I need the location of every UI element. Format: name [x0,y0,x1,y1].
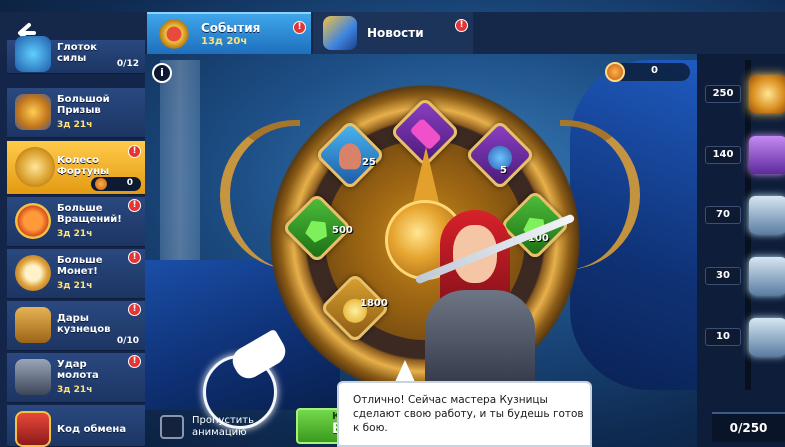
sidebar-item-timer: 3д 21ч [57,385,93,395]
crest-icon [157,17,191,51]
alert-badge: ! [128,355,141,368]
scroll-icon [409,117,442,151]
sidebar-item-smith-gifts[interactable]: Дары кузнецов 0/10 ! [7,301,145,351]
sidebar-item-label: Большой Призыв [57,94,110,116]
reward-tier[interactable]: 140 [705,136,785,176]
wheel-slot-label: 1800 [360,298,388,309]
sidebar-item-more-spins[interactable]: Больше Вращений! 3д 21ч ! [7,197,145,247]
tab-events-label: События [201,21,261,35]
tab-events[interactable]: События 13д 20ч ! [147,12,311,54]
tab-news[interactable]: Новости ! [313,12,473,54]
clock-coin-icon [15,255,51,291]
sidebar-item-label: Код обмена [57,424,127,435]
spin-coin-icon [605,62,625,82]
sidebar-item-label: Удар молота [57,359,99,381]
sidebar-item-label: Больше Вращений! [57,203,122,225]
sidebar-item-count: 0/12 [116,59,139,69]
alert-badge: ! [128,199,141,212]
wheel-spins-value: 0 [126,178,133,188]
sidebar-item-big-summon[interactable]: Большой Призыв 3д 21ч [7,88,145,138]
sidebar-item-timer: 3д 21ч [57,120,93,130]
fortune-wheel-icon [15,147,55,187]
speech-bubble-tail [395,360,415,382]
tutorial-speech-bubble[interactable]: Отлично! Сейчас мастера Кузницы сделают … [337,381,592,447]
reward-tier[interactable]: 30 [705,257,785,297]
sidebar-item-label: Колесо Фортуны [57,155,110,177]
wheel-slot-label: 5 [500,165,507,176]
summon-icon [15,94,51,130]
sidebar-item-more-coins[interactable]: Больше Монет! 3д 21ч ! [7,249,145,299]
reward-tier-value: 10 [705,328,741,346]
silver-chest-icon [749,318,785,356]
sidebar-item-label: Дары кузнецов [57,313,111,335]
sidebar-item-redeem-code[interactable]: Код обмена [7,405,145,447]
alert-badge: ! [128,251,141,264]
reward-tier-value: 250 [705,85,741,103]
gift-icon [15,411,51,447]
reward-tier-value: 30 [705,267,741,285]
reward-tier[interactable]: 250 [705,75,785,115]
alert-badge: ! [128,145,141,158]
info-button[interactable]: i [152,63,172,83]
tab-news-label: Новости [367,26,424,40]
skip-animation-label: Пропустить анимацию [192,415,254,438]
hero-character [395,200,595,400]
silver-chest-icon [749,196,785,234]
megaphone-icon [323,16,357,50]
skip-animation-checkbox[interactable] [160,415,184,439]
spin-currency-value: 0 [651,65,658,76]
epic-chest-icon [749,136,785,174]
emerald-icon [302,215,333,246]
tab-events-timer: 13д 20ч [201,36,248,47]
event-sidebar: Глоток силы 0/12 Большой Призыв 3д 21ч К… [0,36,145,447]
rewards-progress: 0/250 [712,412,785,442]
sidebar-item-timer: 3д 21ч [57,229,93,239]
alert-badge: ! [455,19,468,32]
anvil-icon [15,359,51,395]
potion-icon [15,36,51,72]
skip-animation-toggle[interactable]: Пропустить анимацию [160,412,262,442]
reward-tier-value: 70 [705,206,741,224]
spin-coin-icon [95,178,107,190]
tutorial-message: Отлично! Сейчас мастера Кузницы сделают … [353,394,584,434]
spin-currency-counter: 0 [605,62,690,82]
wheel-slot-label: 25 [362,157,376,168]
alert-badge: ! [128,303,141,316]
sidebar-item-fortune-wheel[interactable]: Колесо Фортуны ! 0 [7,141,145,195]
wheel-pointer [412,147,440,207]
figure-icon [339,143,361,170]
sidebar-item-count: 0/10 [116,336,139,346]
silver-chest-icon [749,257,785,295]
reward-tier[interactable]: 70 [705,196,785,236]
sidebar-item-power-sip[interactable]: Глоток силы 0/12 [7,36,145,74]
wheel-slot-label: 500 [332,225,353,236]
wheel-spins-counter: 0 [91,177,141,191]
sidebar-item-timer: 3д 21ч [57,281,93,291]
reward-tier[interactable]: 10 [705,318,785,358]
spin-icon [15,203,51,239]
alert-badge: ! [293,21,306,34]
coins-stack-icon [15,307,51,343]
legendary-chest-icon [749,75,785,113]
reward-tier-value: 140 [705,146,741,164]
sidebar-item-hammer-strike[interactable]: Удар молота 3д 21ч ! [7,353,145,403]
sidebar-item-label: Больше Монет! [57,255,103,277]
